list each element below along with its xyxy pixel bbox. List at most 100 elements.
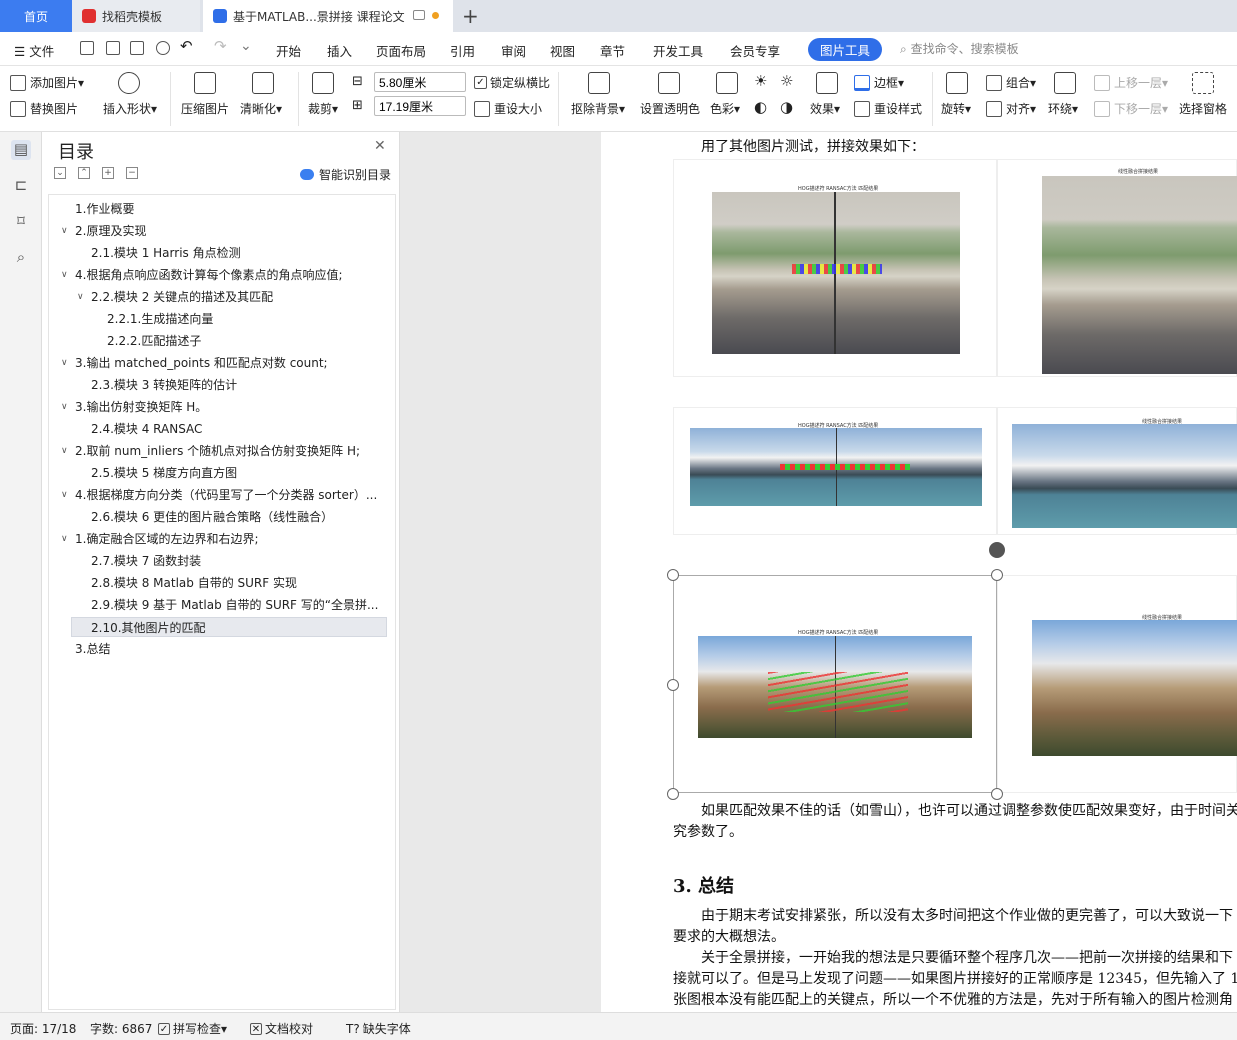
toc-item-selected[interactable]: 2.10.其他图片的匹配	[71, 617, 387, 637]
toc-item[interactable]: ∨ 4.根据梯度方向分类（代码里写了一个分类器 sorter）...	[61, 485, 377, 505]
lock-ratio-checkbox[interactable]: ✓ 锁定纵横比	[474, 74, 550, 91]
missing-font-button[interactable]: T? 缺失字体	[346, 1020, 411, 1037]
reset-style-button[interactable]: 重设样式	[854, 100, 922, 117]
tab-home[interactable]: 首页	[0, 0, 72, 32]
sharpen-button[interactable]: 清晰化 ▾	[240, 100, 282, 117]
remove-heading-icon[interactable]: −	[126, 167, 138, 179]
toc-item[interactable]: 2.5.模块 5 梯度方向直方图	[91, 463, 237, 483]
menu-member[interactable]: 会员专享	[730, 41, 780, 60]
toc-item[interactable]: 2.2.2.匹配描述子	[107, 331, 201, 351]
toc-item[interactable]: 2.9.模块 9 基于 Matlab 自带的 SURF 写的“全景拼...	[91, 595, 378, 615]
chevron-down-icon[interactable]: ∨	[61, 441, 68, 461]
spell-check-button[interactable]: ✓ 拼写检查 ▾	[158, 1020, 227, 1037]
toc-item[interactable]: 1.作业概要	[75, 199, 134, 219]
menu-chapter[interactable]: 章节	[600, 41, 625, 60]
figure-stitch-result[interactable]: 线性融合拼接结果	[997, 575, 1237, 793]
chevron-down-icon[interactable]: ∨	[61, 353, 68, 373]
bookmark-icon[interactable]: ⌑	[11, 212, 31, 232]
add-image-button[interactable]: 添加图片 ▾	[10, 74, 84, 91]
toc-item[interactable]: ∨ 3.输出仿射变换矩阵 H。	[61, 397, 207, 417]
chevron-down-icon[interactable]: ∨	[77, 287, 84, 307]
resize-handle[interactable]	[667, 569, 679, 581]
toc-item[interactable]: 2.6.模块 6 更佳的图片融合策略（线性融合）	[91, 507, 333, 527]
toc-item[interactable]: ∨ 2.原理及实现	[61, 221, 146, 241]
group-button[interactable]: 组合 ▾	[986, 74, 1036, 91]
rotate-button[interactable]: 旋转 ▾	[941, 100, 971, 117]
add-heading-icon[interactable]: +	[102, 167, 114, 179]
menu-insert[interactable]: 插入	[327, 41, 352, 60]
toc-item[interactable]: 2.4.模块 4 RANSAC	[91, 419, 202, 439]
figure-match-result[interactable]: HOG描述符 RANSAC方法 匹配结果	[673, 159, 997, 377]
smart-toc-button[interactable]: 智能识别目录	[300, 166, 391, 183]
toc-item[interactable]: ∨ 2.取前 num_inliers 个随机点对拟合仿射变换矩阵 H;	[61, 441, 360, 461]
effects-button[interactable]: 效果 ▾	[810, 100, 840, 117]
contrast-decrease-icon[interactable]: ◑	[780, 98, 793, 116]
figure-match-result[interactable]: HOG描述符 RANSAC方法 匹配结果	[673, 407, 997, 535]
undo-icon[interactable]: ↶	[180, 37, 193, 55]
figure-stitch-result[interactable]: 线性融合拼接结果	[997, 407, 1237, 535]
bring-forward-button[interactable]: 上移一层 ▾	[1094, 74, 1168, 91]
toc-item[interactable]: 2.2.1.生成描述向量	[107, 309, 213, 329]
brightness-decrease-icon[interactable]: ☼	[780, 72, 793, 90]
rotate-handle-icon[interactable]	[989, 542, 1005, 558]
send-backward-button[interactable]: 下移一层 ▾	[1094, 100, 1168, 117]
toc-panel-icon[interactable]: ▤	[11, 140, 31, 160]
expand-all-icon[interactable]: ⌄	[54, 167, 66, 179]
chevron-down-icon[interactable]: ∨	[61, 265, 68, 285]
select-pane-button[interactable]: 选择窗格	[1179, 100, 1227, 117]
toc-item[interactable]: 3.总结	[75, 639, 110, 659]
redo-icon[interactable]: ↷	[214, 37, 227, 55]
toc-item[interactable]: ∨ 3.输出 matched_points 和匹配点对数 count;	[61, 353, 328, 373]
word-count[interactable]: 字数: 6867	[90, 1020, 152, 1037]
menu-devtools[interactable]: 开发工具	[653, 41, 703, 60]
compress-image-button[interactable]: 压缩图片	[181, 100, 229, 117]
file-menu[interactable]: ☰ 文件	[14, 41, 54, 60]
menu-layout[interactable]: 页面布局	[376, 41, 426, 60]
set-transparent-button[interactable]: 设置透明色	[640, 100, 700, 117]
toc-item[interactable]: ∨ 4.根据角点响应函数计算每个像素点的角点响应值;	[61, 265, 343, 285]
brightness-increase-icon[interactable]: ☀	[754, 72, 767, 90]
chevron-down-icon[interactable]: ∨	[61, 529, 68, 549]
toc-item[interactable]: 2.1.模块 1 Harris 角点检测	[91, 243, 241, 263]
more-menu-icon[interactable]: ⌄	[240, 38, 252, 54]
save-icon[interactable]	[80, 41, 94, 55]
proofread-button[interactable]: ✕ 文档校对	[250, 1020, 313, 1037]
tab-template[interactable]: 找稻壳模板	[72, 0, 200, 32]
figure-stitch-result[interactable]: 线性融合拼接结果	[997, 159, 1237, 377]
resize-handle[interactable]	[667, 788, 679, 800]
border-button[interactable]: 边框 ▾	[854, 74, 904, 91]
collapse-all-icon[interactable]: ⌃	[78, 167, 90, 179]
chevron-down-icon[interactable]: ∨	[61, 221, 68, 241]
new-tab-plus-icon[interactable]: +	[462, 4, 479, 28]
insert-shape-button[interactable]: 插入形状 ▾	[103, 100, 157, 117]
crop-button[interactable]: 裁剪 ▾	[308, 100, 338, 117]
color-button[interactable]: 色彩 ▾	[710, 100, 740, 117]
print-preview-icon[interactable]	[156, 41, 170, 55]
close-icon[interactable]: ✕	[374, 138, 386, 154]
height-input[interactable]	[374, 96, 466, 116]
page-indicator[interactable]: 页面: 17/18	[10, 1020, 76, 1037]
command-search[interactable]: ⌕ 查找命令、搜索模板	[900, 40, 1019, 57]
figure-match-result-selected[interactable]: HOG描述符 RANSAC方法 匹配结果	[673, 575, 997, 793]
toc-item[interactable]: ∨ 2.2.模块 2 关键点的描述及其匹配	[77, 287, 273, 307]
resize-handle[interactable]	[991, 569, 1003, 581]
toc-item[interactable]: 2.7.模块 7 函数封装	[91, 551, 201, 571]
toc-item[interactable]: ∨ 1.确定融合区域的左边界和右边界;	[61, 529, 259, 549]
chevron-down-icon[interactable]: ∨	[61, 485, 68, 505]
menu-reference[interactable]: 引用	[450, 41, 475, 60]
export-pdf-icon[interactable]	[106, 41, 120, 55]
resize-handle[interactable]	[991, 788, 1003, 800]
chevron-down-icon[interactable]: ∨	[61, 397, 68, 417]
chapter-nav-icon[interactable]: ⊏	[11, 176, 31, 196]
resize-handle[interactable]	[667, 679, 679, 691]
menu-start[interactable]: 开始	[276, 41, 301, 60]
wrap-text-button[interactable]: 环绕 ▾	[1048, 100, 1078, 117]
reset-size-button[interactable]: 重设大小	[474, 100, 542, 117]
remove-background-button[interactable]: 抠除背景 ▾	[571, 100, 625, 117]
monitor-icon[interactable]	[413, 10, 425, 20]
contrast-increase-icon[interactable]: ◐	[754, 98, 767, 116]
print-icon[interactable]	[130, 41, 144, 55]
align-button[interactable]: 对齐 ▾	[986, 100, 1036, 117]
menu-view[interactable]: 视图	[550, 41, 575, 60]
width-input[interactable]	[374, 72, 466, 92]
